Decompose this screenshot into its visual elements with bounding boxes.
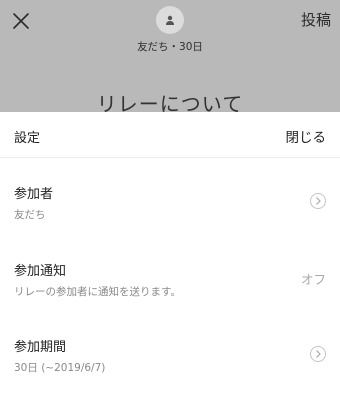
close-icon[interactable] [10,10,32,32]
person-icon [166,15,174,25]
row-label: 参加者 [14,187,54,202]
close-sheet-button[interactable]: 閉じる [286,126,327,146]
row-sub: 30日 (~2019/6/7) [14,362,106,374]
row-sub: リレーの参加者に通知を送ります。 [14,286,181,298]
sheet-header: 設定 閉じる [0,112,340,158]
notification-toggle[interactable]: オフ [301,269,326,288]
post-button[interactable]: 投稿 [301,10,331,30]
audience-label[interactable]: 友だち・30日 [0,39,340,54]
chevron-right-icon [310,346,326,362]
row-period[interactable]: 参加期間 30日 (~2019/6/7) [0,339,340,399]
background-page: 友だち・30日 投稿 リレーについて [0,0,340,116]
audience-avatar[interactable] [156,6,184,34]
row-sub: 友だち [14,209,46,221]
sheet-title: 設定 [14,131,41,146]
row-label: 参加期間 [14,340,67,355]
row-label: 参加通知 [14,264,67,279]
screen: 友だち・30日 投稿 リレーについて 設定 閉じる 参加者 友だち 参加通知 リ… [0,0,340,413]
row-participants[interactable]: 参加者 友だち [0,186,340,246]
chevron-right-icon [310,193,326,209]
settings-sheet: 設定 閉じる 参加者 友だち 参加通知 リレーの参加者に通知を送ります。 オフ … [0,112,340,413]
row-notification[interactable]: 参加通知 リレーの参加者に通知を送ります。 オフ [0,263,340,323]
